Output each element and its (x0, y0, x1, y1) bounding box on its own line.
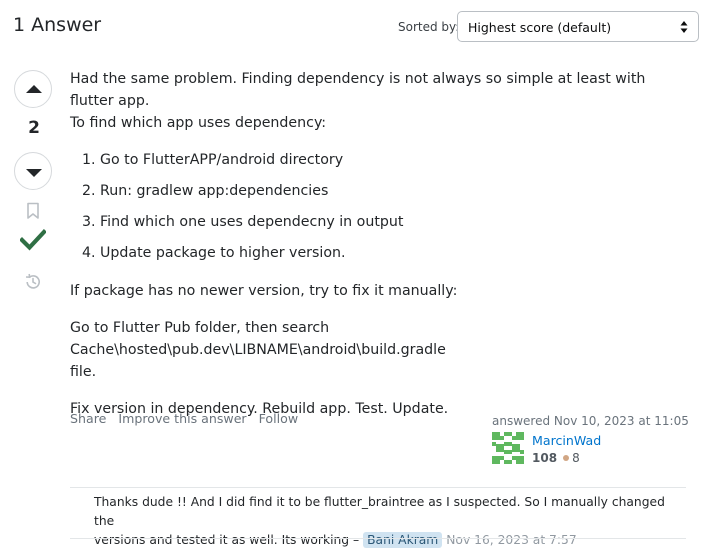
answered-timestamp: answered Nov 10, 2023 at 11:05 (492, 414, 689, 428)
accepted-check-icon (20, 229, 46, 251)
answer-intro-line2: To find which app uses dependency: (70, 115, 327, 131)
answer-intro: Had the same problem. Finding dependency… (70, 68, 690, 134)
arrow-down-icon (26, 169, 42, 177)
sort-select[interactable]: Highest score (default) (457, 11, 699, 42)
list-item: Run: gradlew app:dependencies (100, 180, 690, 202)
answer-paragraph: If package has no newer version, try to … (70, 283, 458, 299)
downvote-button[interactable] (14, 152, 52, 190)
post-menu: Share Improve this answer Follow (70, 411, 306, 426)
answer-intro-line1: Had the same problem. Finding dependency… (70, 71, 646, 109)
upvote-button[interactable] (14, 70, 52, 108)
sort-select-value: Highest score (default) (468, 20, 612, 35)
history-icon[interactable] (24, 273, 42, 291)
improve-answer-link[interactable]: Improve this answer (118, 411, 246, 426)
answer-path-line1: Go to Flutter Pub folder, then search Ca… (70, 320, 446, 358)
follow-link[interactable]: Follow (259, 411, 299, 426)
user-name-link[interactable]: MarcinWad (532, 433, 601, 448)
vote-score: 2 (28, 118, 40, 138)
bronze-badge-icon (563, 455, 570, 461)
bookmark-icon[interactable] (26, 202, 40, 220)
list-item: Update package to higher version. (100, 242, 690, 264)
comment-user-link[interactable]: Bani Akram (363, 532, 443, 548)
answer-paragraph: Go to Flutter Pub folder, then search Ca… (70, 317, 690, 383)
share-link[interactable]: Share (70, 411, 106, 426)
comment-text-line1: Thanks dude !! And I did find it to be f… (94, 495, 665, 528)
sort-label: Sorted by: (398, 20, 460, 34)
answers-count: 1 Answer (13, 14, 102, 36)
comment-text-line2: versions and tested it as well. Its work… (94, 533, 360, 547)
chevron-updown-icon (680, 21, 688, 33)
comment-date[interactable]: Nov 16, 2023 at 7:57 (446, 533, 576, 547)
steps-list: Go to FlutterAPP/android directory Run: … (70, 149, 690, 264)
answer-body: Had the same problem. Finding dependency… (70, 68, 690, 435)
comment: Thanks dude !! And I did find it to be f… (94, 493, 674, 550)
answer-path-line2: file. (70, 364, 97, 380)
comment-divider (70, 487, 686, 488)
bronze-badge-count: 8 (572, 451, 580, 465)
reputation-score: 108 (532, 451, 558, 465)
arrow-up-icon (26, 85, 42, 93)
comment-divider (70, 538, 686, 539)
list-item: Find which one uses dependecny in output (100, 211, 690, 233)
avatar[interactable] (492, 432, 524, 464)
list-item: Go to FlutterAPP/android directory (100, 149, 690, 171)
user-reputation: 108 8 (532, 451, 580, 465)
